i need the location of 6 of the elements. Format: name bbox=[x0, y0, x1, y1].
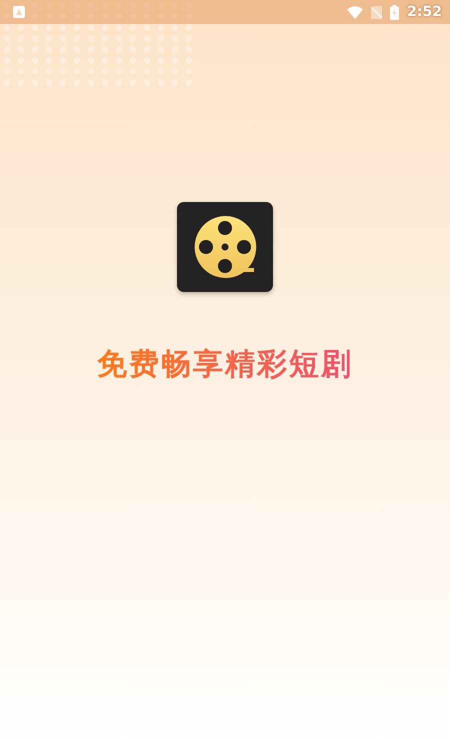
clock-time: 2:52 bbox=[407, 4, 442, 20]
film-reel-icon bbox=[192, 214, 258, 280]
no-sim-icon bbox=[371, 6, 382, 18]
notification-icon bbox=[13, 6, 25, 18]
wifi-icon bbox=[347, 6, 364, 18]
battery-icon bbox=[390, 4, 400, 20]
